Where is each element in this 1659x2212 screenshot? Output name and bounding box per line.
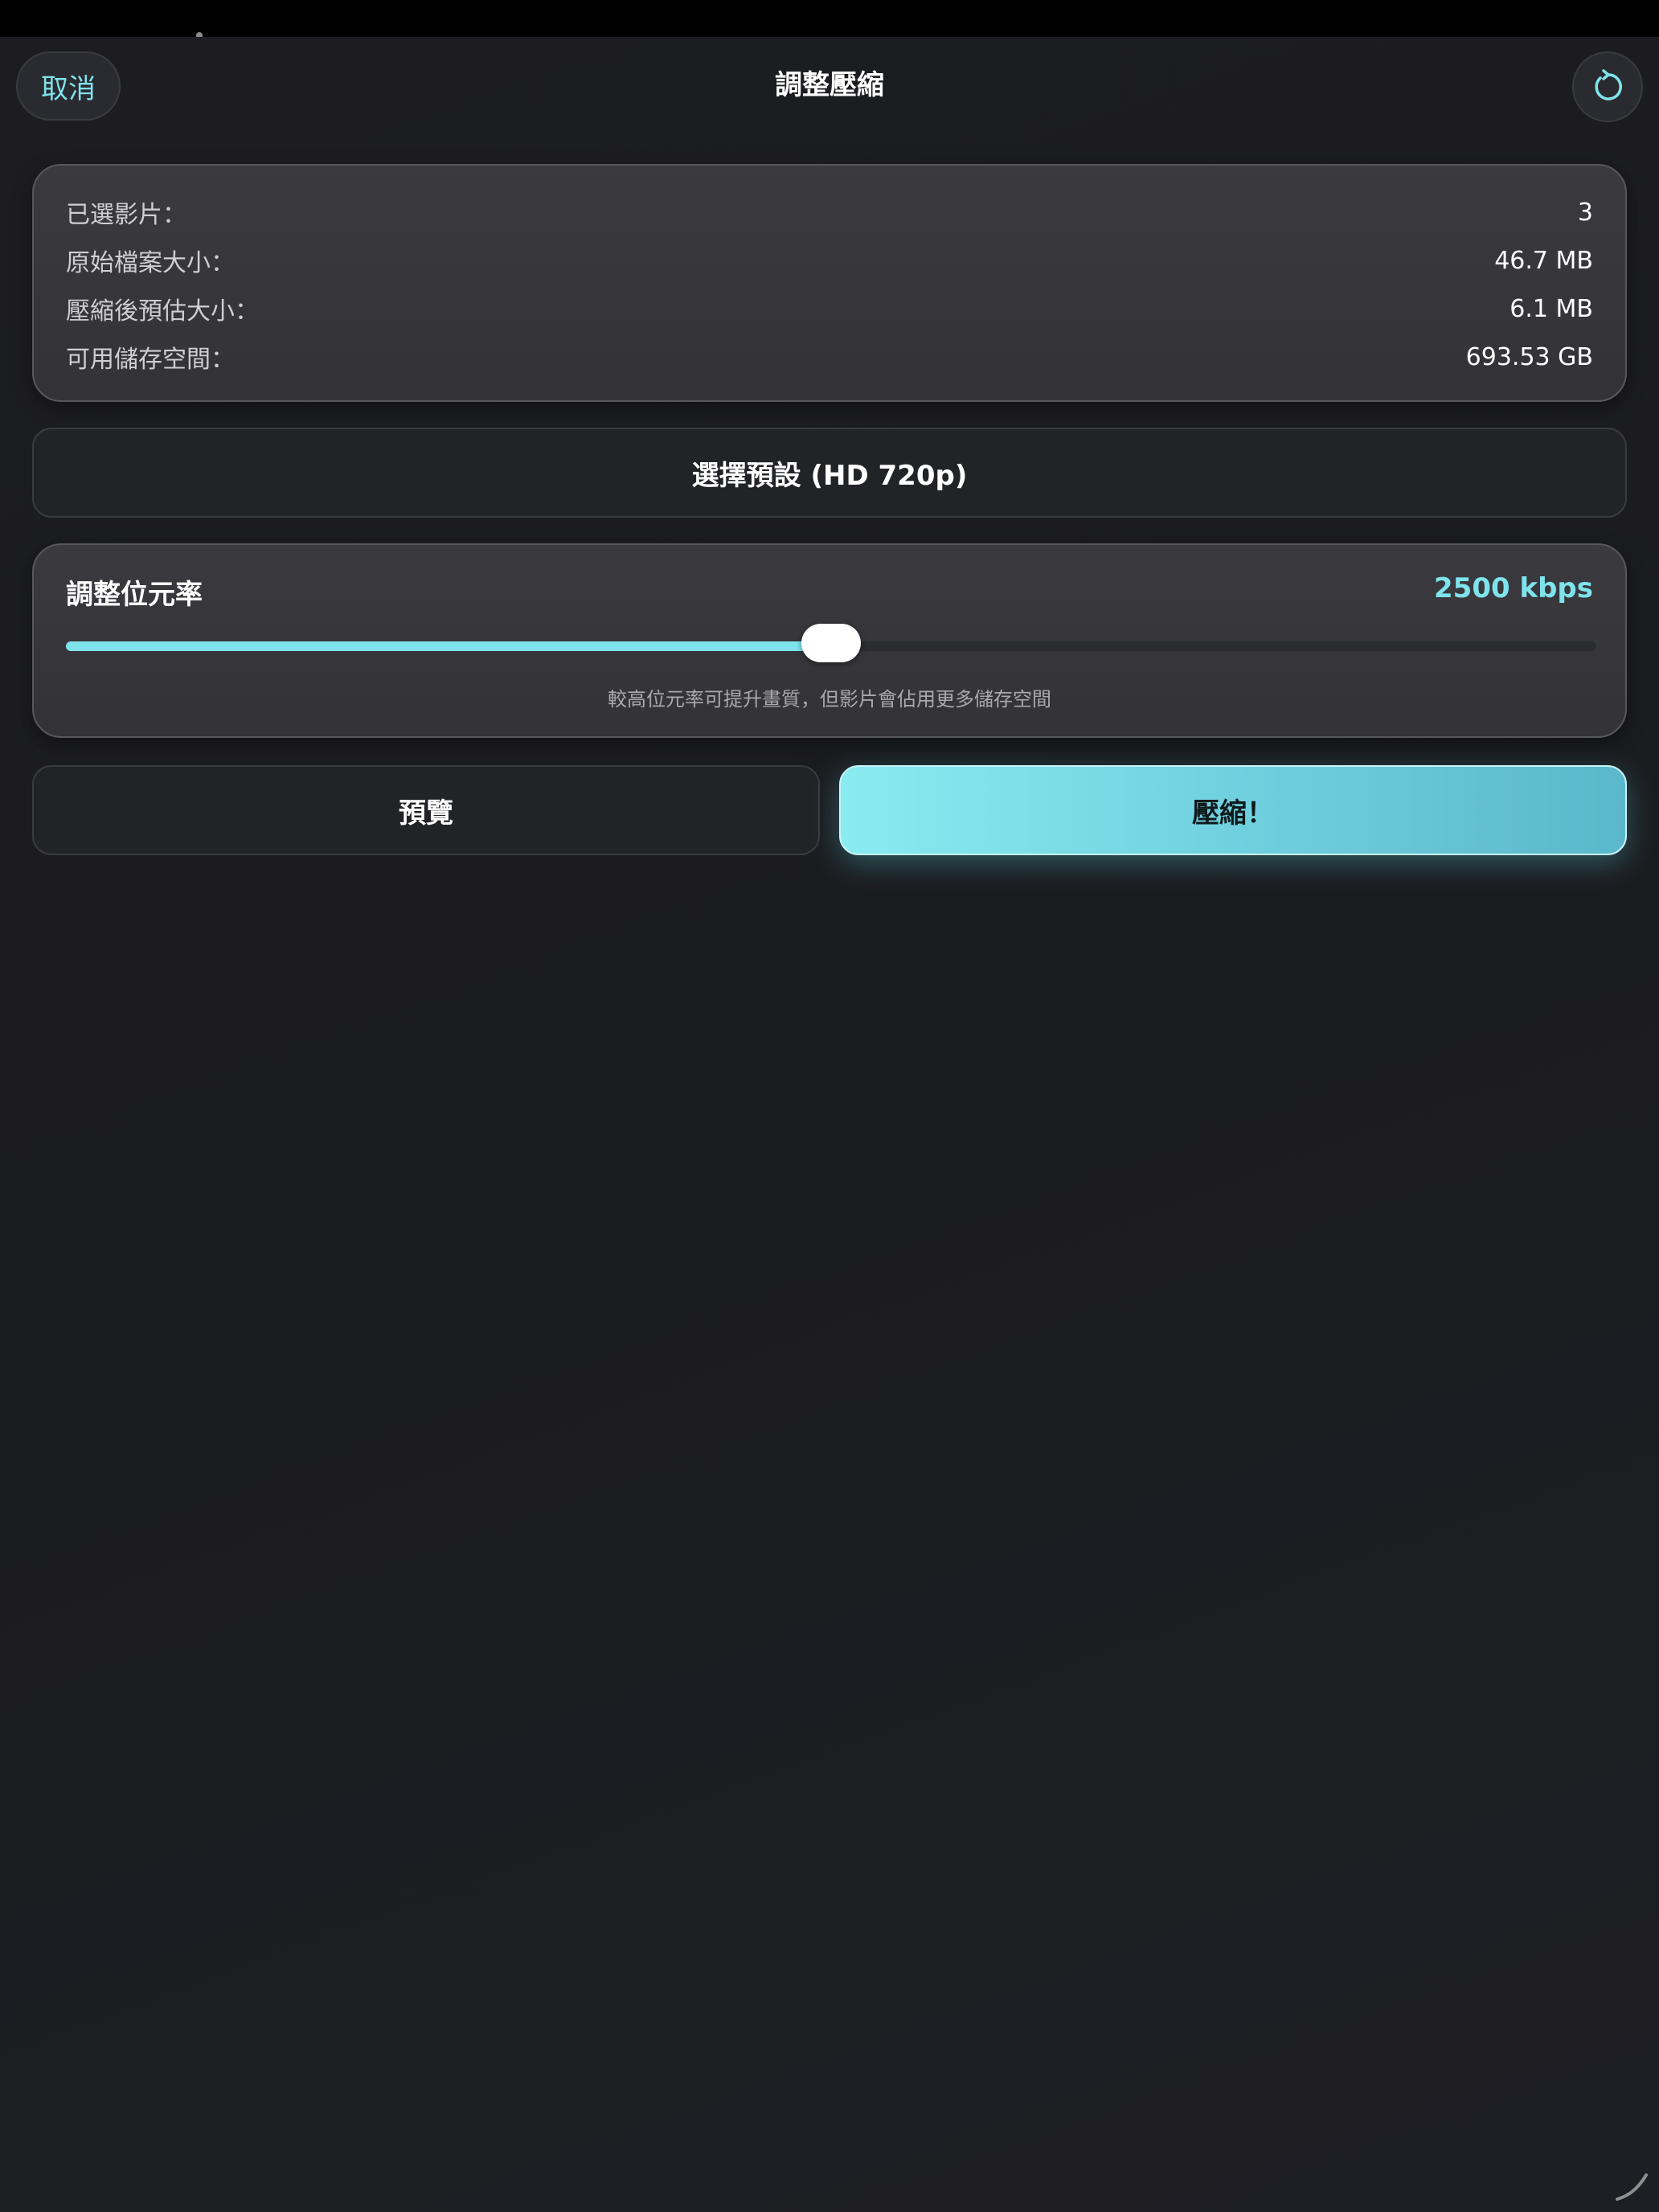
bitrate-value: 2500 kbps (1434, 572, 1593, 604)
status-indicator (196, 32, 203, 37)
estimated-size-row: 壓縮後預估大小： 6.1 MB (66, 289, 1593, 328)
selected-videos-row: 已選影片： 3 (66, 193, 1593, 231)
available-storage-value: 693.53 GB (1465, 342, 1593, 371)
original-size-value: 46.7 MB (1494, 246, 1593, 275)
compress-button[interactable]: 壓縮！ (839, 765, 1627, 855)
original-size-label: 原始檔案大小： (66, 249, 235, 277)
bitrate-slider-thumb[interactable] (801, 624, 861, 662)
resize-handle-icon[interactable] (1611, 2162, 1653, 2204)
estimated-size-label: 壓縮後預估大小： (66, 297, 259, 326)
selected-videos-label: 已選影片： (66, 201, 186, 229)
estimated-size-value: 6.1 MB (1509, 294, 1593, 323)
page-title: 調整壓縮 (775, 69, 884, 101)
selected-videos-value: 3 (1577, 198, 1593, 227)
preset-select-button[interactable]: 選擇預設 (HD 720p) (32, 428, 1627, 518)
bitrate-hint: 較高位元率可提升畫質，但影片會佔用更多儲存空間 (608, 688, 1051, 711)
status-bar (0, 0, 1659, 37)
bitrate-card: 調整位元率 2500 kbps 較高位元率可提升畫質，但影片會佔用更多儲存空間 (32, 543, 1627, 738)
bitrate-title: 調整位元率 (66, 579, 203, 611)
bitrate-slider[interactable] (66, 624, 1596, 662)
available-storage-row: 可用儲存空間： 693.53 GB (66, 338, 1593, 376)
reset-button[interactable] (1572, 51, 1643, 122)
bitrate-slider-fill (66, 641, 831, 651)
summary-card: 已選影片： 3 原始檔案大小： 46.7 MB 壓縮後預估大小： 6.1 MB … (32, 164, 1627, 402)
rotate-ccw-icon (1595, 69, 1622, 100)
available-storage-label: 可用儲存空間： (66, 346, 235, 374)
preview-button[interactable]: 預覽 (32, 765, 820, 855)
original-size-row: 原始檔案大小： 46.7 MB (66, 241, 1593, 280)
